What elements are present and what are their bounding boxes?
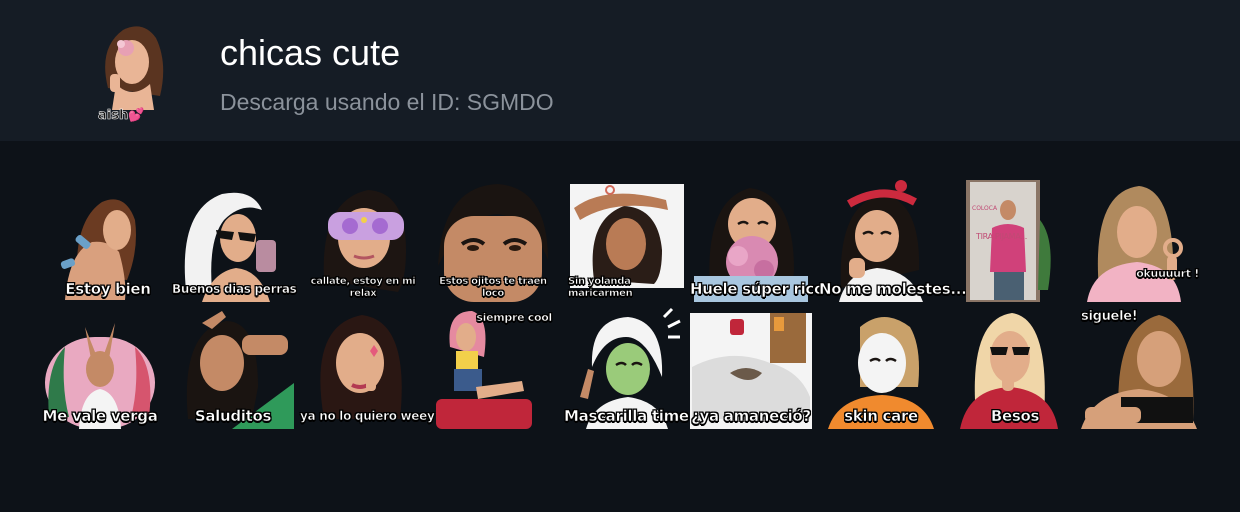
sticker-caption: okuuuurt !: [1136, 267, 1200, 281]
sticker-skin-care[interactable]: skin care: [820, 307, 942, 429]
pack-header: aish💕 chicas cute Descarga usando el ID:…: [0, 0, 1240, 141]
sticker-caption: ¿ya amaneció?: [691, 407, 812, 426]
sticker-caption: Huele súper rico: [690, 280, 825, 299]
sticker-okuuuurt[interactable]: okuuuurt !: [1081, 180, 1203, 302]
pack-icon-sticker: aish💕: [88, 18, 174, 123]
sticker-caption: skin care: [844, 407, 919, 426]
sticker-caption: Mascarilla time: [564, 407, 690, 426]
sticker-caption: siempre cool: [476, 311, 552, 325]
sticker-tira-pijama[interactable]: COLOCA TIRA PIJAMA...: [952, 180, 1074, 302]
sticker-caption: siguele!: [1081, 309, 1138, 325]
sticker-caption: Buenos dias perras: [172, 282, 297, 297]
sticker-caption: Besos: [990, 407, 1040, 426]
sticker-caption: Estos ojitos te traen loco: [439, 276, 548, 300]
sticker-saluditos[interactable]: Saluditos: [172, 307, 294, 429]
pack-title: chicas cute: [220, 32, 401, 73]
sticker-mascarilla-time[interactable]: Mascarilla time: [564, 307, 690, 429]
svg-text:aish💕: aish💕: [98, 107, 144, 122]
sticker-siguele[interactable]: siguele!: [1079, 307, 1201, 429]
sticker-buenos-dias[interactable]: Buenos dias perras: [172, 180, 297, 302]
sticker-caption: No me molestes...: [819, 280, 967, 299]
pack-download-id: Descarga usando el ID: SGMDO: [220, 89, 554, 115]
sticker-caption: ya no lo quiero weey !: [300, 409, 444, 424]
sticker-caption: Sin yolanda maricarmen: [568, 276, 633, 300]
sticker-no-me-molestes[interactable]: No me molestes...: [819, 180, 967, 302]
sticker-besos[interactable]: Besos: [954, 307, 1076, 429]
sticker-caption: Me vale verga: [42, 407, 158, 426]
sticker-caption: Estoy bien: [65, 280, 151, 299]
sticker-ya-no-lo-quiero[interactable]: ya no lo quiero weey !: [300, 307, 444, 429]
sticker-caption: Saluditos: [194, 407, 272, 426]
sticker-grid: Estoy bien Buenos dias perras callate, e…: [0, 141, 1240, 512]
sticker-caption: callate, estoy en mi relax: [310, 276, 416, 300]
sticker-huele-super-rico[interactable]: Huele súper rico: [690, 180, 825, 302]
sticker-estos-ojitos[interactable]: Estos ojitos te traen loco: [432, 180, 554, 302]
sticker-caption: TIRA PIJAMA...: [976, 232, 1028, 241]
sticker-ya-amanecio[interactable]: ¿ya amaneció?: [690, 307, 812, 429]
sticker-me-vale-verga[interactable]: Me vale verga: [39, 307, 161, 429]
sticker-sin-yolanda[interactable]: Sin yolanda maricarmen: [566, 180, 688, 302]
sticker-siempre-cool[interactable]: siempre cool: [432, 307, 554, 429]
sticker-estoy-bien[interactable]: Estoy bien: [47, 180, 169, 302]
sticker-callate-relax[interactable]: callate, estoy en mi relax: [302, 180, 424, 302]
svg-text:COLOCA: COLOCA: [972, 205, 998, 212]
